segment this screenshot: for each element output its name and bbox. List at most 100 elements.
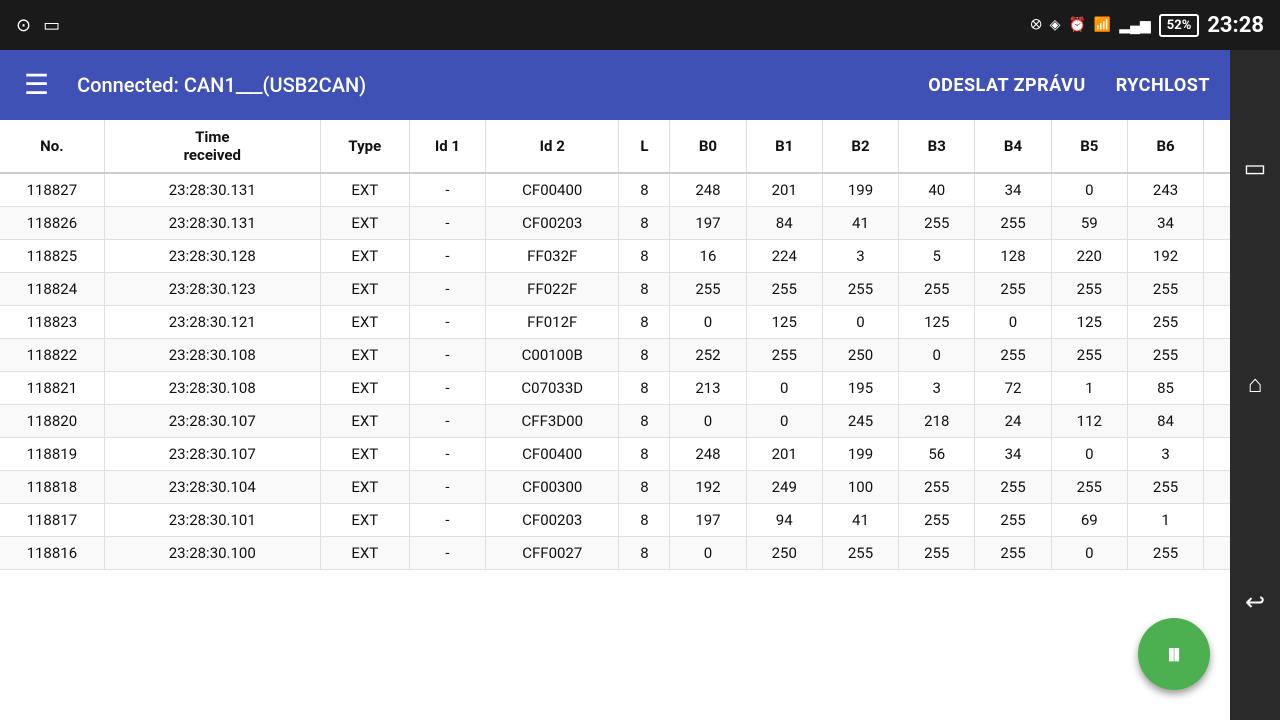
cell-b2: 195 — [822, 372, 898, 405]
cell-time: 23:28:30.104 — [104, 471, 320, 504]
cell-time: 23:28:30.101 — [104, 504, 320, 537]
battery-indicator: 52% — [1159, 14, 1200, 37]
table-row[interactable]: 11882123:28:30.108EXT-C07033D82130195372… — [0, 372, 1280, 405]
col-header-b2: B2 — [822, 120, 898, 173]
cell-id2: CFF0027 — [486, 537, 619, 570]
col-header-time: Timereceived — [104, 120, 320, 173]
cell-b0: 0 — [670, 405, 746, 438]
cell-id1: - — [409, 405, 485, 438]
cell-l: 8 — [619, 339, 670, 372]
cell-b4: 255 — [975, 339, 1051, 372]
table-row[interactable]: 11882223:28:30.108EXT-C00100B82522552500… — [0, 339, 1280, 372]
nfc-icon: ◈ — [1050, 17, 1061, 33]
cell-b3: 255 — [899, 504, 975, 537]
cell-time: 23:28:30.108 — [104, 372, 320, 405]
table-row[interactable]: 11881823:28:30.104EXT-CF0030081922491002… — [0, 471, 1280, 504]
col-header-l: L — [619, 120, 670, 173]
cell-b0: 252 — [670, 339, 746, 372]
cell-b6: 243 — [1127, 173, 1203, 207]
col-header-type: Type — [320, 120, 409, 173]
cell-id2: FF022F — [486, 273, 619, 306]
send-message-button[interactable]: ODESLAT ZPRÁVU — [928, 75, 1085, 96]
cell-l: 8 — [619, 207, 670, 240]
cell-b2: 255 — [822, 537, 898, 570]
cell-b1: 201 — [746, 438, 822, 471]
cell-no: 118824 — [0, 273, 104, 306]
back-button[interactable]: ↩ — [1237, 580, 1273, 624]
alarm-icon: ⏰ — [1068, 17, 1085, 33]
pause-icon: ⏸ — [1167, 637, 1182, 672]
cell-b2: 255 — [822, 273, 898, 306]
cell-no: 118822 — [0, 339, 104, 372]
cell-b1: 201 — [746, 173, 822, 207]
cell-l: 8 — [619, 273, 670, 306]
cell-l: 8 — [619, 537, 670, 570]
cell-b3: 56 — [899, 438, 975, 471]
table-row[interactable]: 11882023:28:30.107EXT-CFF3D0080024521824… — [0, 405, 1280, 438]
table-row[interactable]: 11881923:28:30.107EXT-CF0040082482011995… — [0, 438, 1280, 471]
cell-l: 8 — [619, 240, 670, 273]
cell-b3: 255 — [899, 537, 975, 570]
cell-b6: 1 — [1127, 504, 1203, 537]
hamburger-menu-button[interactable]: ☰ — [16, 63, 57, 107]
cell-b5: 0 — [1051, 173, 1127, 207]
window-switcher-button[interactable]: ▭ — [1236, 146, 1275, 190]
connection-title: Connected: CAN1___(USB2CAN) — [77, 73, 908, 97]
cell-b6: 84 — [1127, 405, 1203, 438]
table-body: 11882723:28:30.131EXT-CF0040082482011994… — [0, 173, 1280, 570]
cell-b1: 255 — [746, 273, 822, 306]
table-row[interactable]: 11882723:28:30.131EXT-CF0040082482011994… — [0, 173, 1280, 207]
cell-no: 118820 — [0, 405, 104, 438]
cell-l: 8 — [619, 405, 670, 438]
table-row[interactable]: 11882423:28:30.123EXT-FF022F825525525525… — [0, 273, 1280, 306]
cell-no: 118819 — [0, 438, 104, 471]
data-table: No. Timereceived Type Id 1 Id 2 L B0 B1 … — [0, 120, 1280, 570]
cell-time: 23:28:30.107 — [104, 405, 320, 438]
cell-b6: 85 — [1127, 372, 1203, 405]
cell-type: EXT — [320, 504, 409, 537]
cell-b0: 213 — [670, 372, 746, 405]
signal-icon: ▂▄▆ — [1119, 17, 1150, 34]
cell-l: 8 — [619, 438, 670, 471]
col-header-b5: B5 — [1051, 120, 1127, 173]
status-right: ⭙ ◈ ⏰ 📶 ▂▄▆ 52% 23:28 — [1031, 13, 1264, 38]
table-row[interactable]: 11882623:28:30.131EXT-CF0020381978441255… — [0, 207, 1280, 240]
cell-b1: 224 — [746, 240, 822, 273]
col-header-no: No. — [0, 120, 104, 173]
cell-id2: CFF3D00 — [486, 405, 619, 438]
cell-b4: 255 — [975, 471, 1051, 504]
col-header-b1: B1 — [746, 120, 822, 173]
cell-id2: CF00203 — [486, 504, 619, 537]
cell-b4: 255 — [975, 537, 1051, 570]
table-row[interactable]: 11882523:28:30.128EXT-FF032F816224351282… — [0, 240, 1280, 273]
clock: 23:28 — [1207, 13, 1264, 38]
cell-l: 8 — [619, 372, 670, 405]
cell-b3: 255 — [899, 273, 975, 306]
app-bar-actions: ODESLAT ZPRÁVU RYCHLOST ⋮ — [928, 71, 1264, 99]
cell-type: EXT — [320, 207, 409, 240]
cell-l: 8 — [619, 306, 670, 339]
table-row[interactable]: 11881623:28:30.100EXT-CFF002780250255255… — [0, 537, 1280, 570]
cell-b5: 59 — [1051, 207, 1127, 240]
cell-b0: 192 — [670, 471, 746, 504]
cell-type: EXT — [320, 471, 409, 504]
cell-time: 23:28:30.128 — [104, 240, 320, 273]
cell-b0: 248 — [670, 173, 746, 207]
table-row[interactable]: 11881723:28:30.101EXT-CF0020381979441255… — [0, 504, 1280, 537]
speed-button[interactable]: RYCHLOST — [1116, 75, 1210, 96]
cell-b5: 255 — [1051, 471, 1127, 504]
cell-b2: 0 — [822, 306, 898, 339]
pause-fab-button[interactable]: ⏸ — [1138, 618, 1210, 690]
table-row[interactable]: 11882323:28:30.121EXT-FF012F801250125012… — [0, 306, 1280, 339]
home-button[interactable]: ⌂ — [1240, 362, 1271, 407]
cell-l: 8 — [619, 504, 670, 537]
cell-b5: 255 — [1051, 339, 1127, 372]
cell-time: 23:28:30.131 — [104, 173, 320, 207]
cell-b5: 69 — [1051, 504, 1127, 537]
cell-id1: - — [409, 438, 485, 471]
cell-b2: 199 — [822, 173, 898, 207]
app-bar: ☰ Connected: CAN1___(USB2CAN) ODESLAT ZP… — [0, 50, 1280, 120]
col-header-id2: Id 2 — [486, 120, 619, 173]
cell-id2: CF00400 — [486, 173, 619, 207]
app-icon: ⊙ — [16, 15, 31, 36]
